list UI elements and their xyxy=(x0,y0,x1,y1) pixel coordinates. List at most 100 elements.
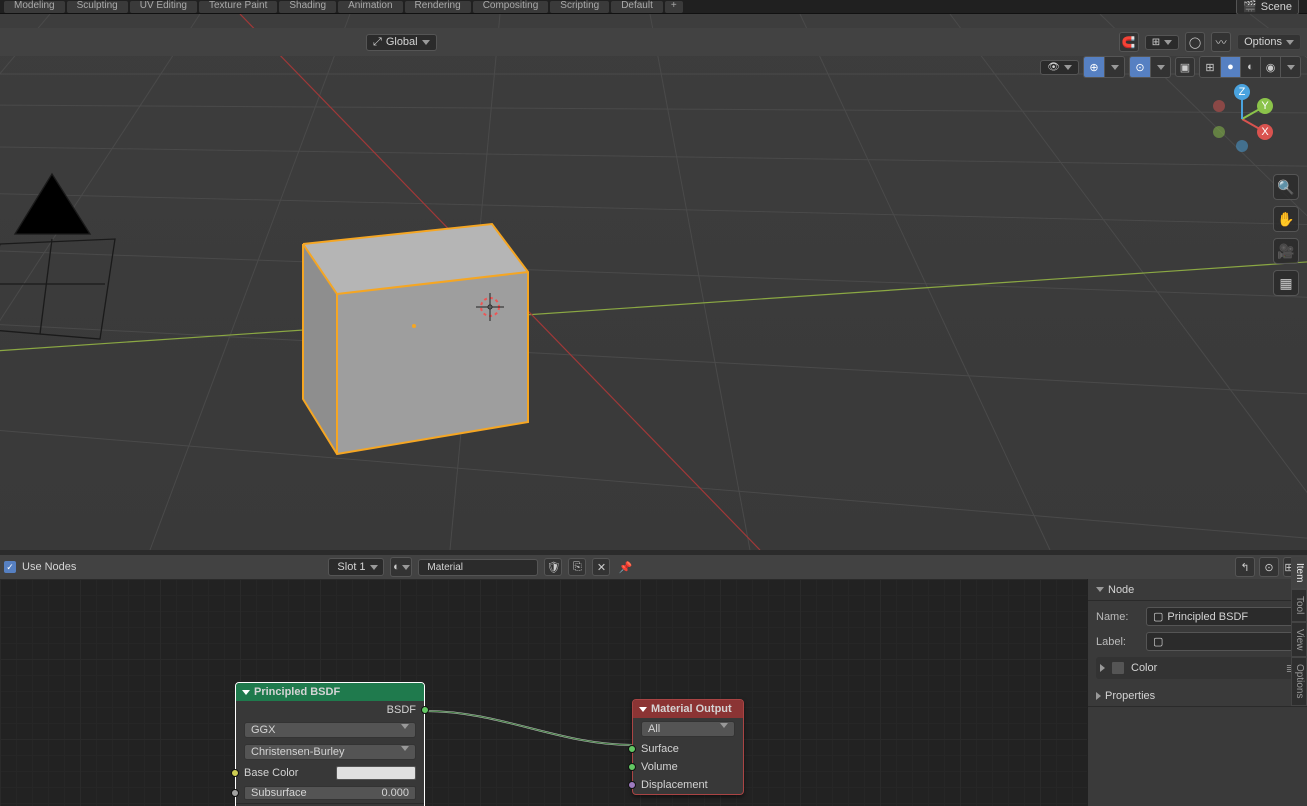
use-nodes-label: Use Nodes xyxy=(22,561,76,573)
nav-gizmo[interactable]: X Y Z xyxy=(1207,84,1277,154)
tab-compositing[interactable]: Compositing xyxy=(473,1,549,13)
expand-icon[interactable] xyxy=(1100,664,1105,672)
tab-texturepaint[interactable]: Texture Paint xyxy=(199,1,277,13)
viewport-grid xyxy=(0,14,1307,550)
workspace-tabs: Modeling Sculpting UV Editing Texture Pa… xyxy=(0,0,1307,14)
xray-toggle[interactable]: ▣ xyxy=(1175,57,1195,77)
node-icon: ▢ xyxy=(1153,635,1163,648)
node-name-input[interactable]: ▢Principled BSDF xyxy=(1146,607,1299,626)
chevron-down-icon xyxy=(422,40,430,45)
node-canvas[interactable]: Principled BSDF BSDF GGX Christensen-Bur… xyxy=(0,579,1087,806)
orientation-label: Global xyxy=(386,36,418,48)
tab-shading[interactable]: Shading xyxy=(279,1,336,13)
sss-method-dropdown[interactable]: Christensen-Burley xyxy=(244,744,416,760)
tab-rendering[interactable]: Rendering xyxy=(405,1,471,13)
pan-icon[interactable]: ✋ xyxy=(1273,206,1299,232)
perspective-icon[interactable]: ▦ xyxy=(1273,270,1299,296)
node-panel-header[interactable]: Node⠿ xyxy=(1088,579,1307,601)
distribution-dropdown[interactable]: GGX xyxy=(244,722,416,738)
svg-text:Y: Y xyxy=(1261,100,1269,112)
vtab-options[interactable]: Options xyxy=(1291,657,1307,705)
bsdf-output-label: BSDF xyxy=(387,704,416,716)
slot-dropdown[interactable]: Slot 1 xyxy=(328,558,384,576)
vtab-item[interactable]: Item xyxy=(1291,556,1307,589)
cube-object xyxy=(303,224,528,454)
subsurface-field[interactable]: Subsurface0.000 xyxy=(244,786,416,800)
basecolor-socket[interactable] xyxy=(231,769,239,777)
tab-uvediting[interactable]: UV Editing xyxy=(130,1,197,13)
name-label: Name: xyxy=(1096,611,1140,623)
use-nodes-checkbox[interactable]: ✓ xyxy=(4,561,16,573)
snap-node-button[interactable]: ⊙ xyxy=(1259,557,1279,577)
camera-icon[interactable]: 🎥 xyxy=(1273,238,1299,264)
surface-socket[interactable] xyxy=(628,745,636,753)
node-icon: ▢ xyxy=(1153,610,1163,623)
output-target-dropdown[interactable]: All xyxy=(641,721,735,737)
overlay-toggle[interactable]: ⊙ xyxy=(1130,57,1150,77)
proportional-dropdown[interactable]: 〰 xyxy=(1211,32,1231,52)
tab-animation[interactable]: Animation xyxy=(338,1,402,13)
label-label: Label: xyxy=(1096,636,1140,648)
gizmo-dropdown[interactable] xyxy=(1104,57,1124,77)
shading-material[interactable]: ◐ xyxy=(1240,57,1260,77)
visibility-dropdown[interactable]: 👁 xyxy=(1040,60,1079,75)
node-title[interactable]: Principled BSDF xyxy=(236,683,424,701)
snap-dropdown[interactable]: ⊞ xyxy=(1145,35,1179,50)
shading-dropdown[interactable] xyxy=(1280,57,1300,77)
proportional-toggle[interactable]: ◯ xyxy=(1185,32,1205,52)
color-label: Color xyxy=(1131,662,1157,674)
volume-socket[interactable] xyxy=(628,763,636,771)
viewport-overlays: 👁 ⊕ ⊙ ▣ ⊞ ● ◐ ◉ xyxy=(1040,56,1301,78)
pin-button[interactable]: 📌 xyxy=(616,558,634,576)
node-principled-bsdf[interactable]: Principled BSDF BSDF GGX Christensen-Bur… xyxy=(235,682,425,806)
gizmo-toggle[interactable]: ⊕ xyxy=(1084,57,1104,77)
node-sidebar: Node⠿ Name: ▢Principled BSDF Label: ▢ Colo… xyxy=(1087,579,1307,806)
tab-scripting[interactable]: Scripting xyxy=(550,1,609,13)
scene-dropdown[interactable]: 🎬 Scene xyxy=(1236,0,1299,15)
volume-label: Volume xyxy=(641,761,678,773)
node-editor: ✓ Use Nodes Slot 1 ◐ Material 🛡 ⎘ ✕ 📌 ↰ … xyxy=(0,555,1307,806)
subsurface-socket[interactable] xyxy=(231,789,239,797)
color-checkbox[interactable] xyxy=(1111,661,1125,675)
shading-solid[interactable]: ● xyxy=(1220,57,1240,77)
displacement-label: Displacement xyxy=(641,779,708,791)
shading-rendered[interactable]: ◉ xyxy=(1260,57,1280,77)
viewport-nav-tools: 🔍 ✋ 🎥 ▦ xyxy=(1273,174,1299,296)
shading-wireframe[interactable]: ⊞ xyxy=(1200,57,1220,77)
displacement-socket[interactable] xyxy=(628,781,636,789)
parent-node-button[interactable]: ↰ xyxy=(1235,557,1255,577)
viewport-3d[interactable]: ⤢ Global 🧲 ⊞ ◯ 〰 Options 👁 ⊕ ⊙ ▣ ⊞ ● ◐ ◉ xyxy=(0,14,1307,550)
add-workspace-button[interactable]: + xyxy=(665,1,683,13)
properties-panel-header[interactable]: Properties⠿ xyxy=(1088,685,1307,707)
viewport-header: ⤢ Global 🧲 ⊞ ◯ 〰 Options xyxy=(0,28,1307,56)
unlink-material-button[interactable]: ✕ xyxy=(592,558,610,576)
fake-user-button[interactable]: 🛡 xyxy=(544,558,562,576)
tab-modeling[interactable]: Modeling xyxy=(4,1,65,13)
basecolor-swatch[interactable] xyxy=(336,766,416,780)
vtab-tool[interactable]: Tool xyxy=(1291,589,1307,621)
options-dropdown[interactable]: Options xyxy=(1237,34,1301,50)
zoom-icon[interactable]: 🔍 xyxy=(1273,174,1299,200)
node-title[interactable]: Material Output xyxy=(633,700,743,718)
snap-toggle[interactable]: 🧲 xyxy=(1119,32,1139,52)
orientation-icon: ⤢ xyxy=(373,36,382,49)
tab-sculpting[interactable]: Sculpting xyxy=(67,1,128,13)
node-label-input[interactable]: ▢ xyxy=(1146,632,1299,651)
material-browse[interactable]: ◐ xyxy=(390,557,412,577)
basecolor-label: Base Color xyxy=(244,767,298,779)
bsdf-output-socket[interactable] xyxy=(421,706,429,714)
overlay-dropdown[interactable] xyxy=(1150,57,1170,77)
surface-label: Surface xyxy=(641,743,679,755)
tab-default[interactable]: Default xyxy=(611,1,663,13)
node-header: ✓ Use Nodes Slot 1 ◐ Material 🛡 ⎘ ✕ 📌 ↰ … xyxy=(0,555,1307,579)
new-material-button[interactable]: ⎘ xyxy=(568,558,586,576)
vtab-view[interactable]: View xyxy=(1291,622,1307,658)
svg-text:X: X xyxy=(1261,126,1269,138)
material-name-input[interactable]: Material xyxy=(418,559,538,576)
scene-icon: 🎬 xyxy=(1243,0,1257,13)
orientation-dropdown[interactable]: ⤢ Global xyxy=(366,34,437,51)
scene-name: Scene xyxy=(1261,1,1292,13)
sidebar-vertical-tabs: Item Tool View Options xyxy=(1291,556,1307,706)
svg-text:Z: Z xyxy=(1239,86,1246,98)
node-material-output[interactable]: Material Output All Surface Volume Displ… xyxy=(632,699,744,795)
